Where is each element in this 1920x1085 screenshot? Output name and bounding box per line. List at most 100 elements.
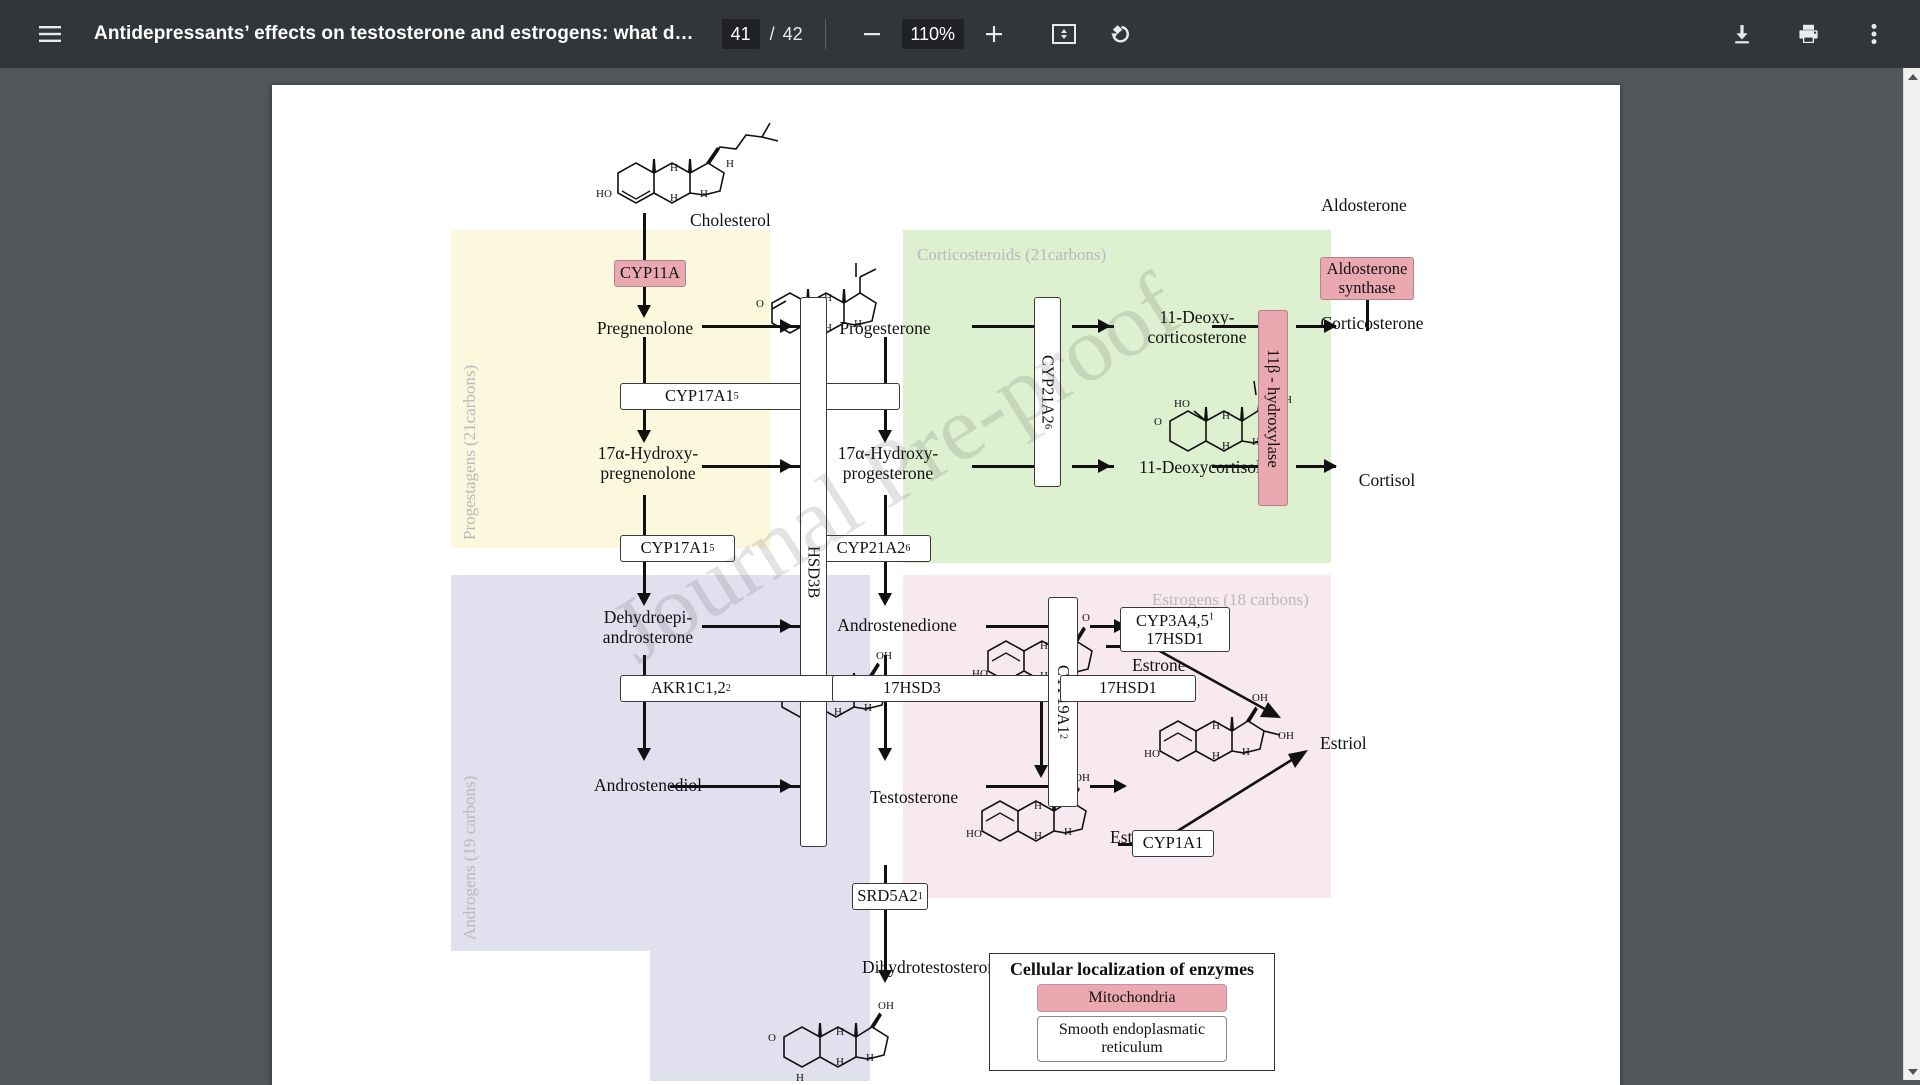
svg-text:H: H xyxy=(1040,640,1048,652)
svg-text:O: O xyxy=(1082,612,1090,624)
arrowhead-right xyxy=(780,459,793,473)
enzyme-cyp19a1-sup: 2 xyxy=(1057,733,1069,739)
chevron-down-icon xyxy=(1907,1068,1918,1075)
connector-cyp1a1 xyxy=(1118,843,1132,846)
enzyme-cyp21a2-box-label: CYP21A2 xyxy=(836,538,906,558)
svg-text:H: H xyxy=(836,1026,844,1038)
fit-to-page-button[interactable] xyxy=(1040,10,1088,58)
enzyme-srd5a2: SRD5A2 1 xyxy=(852,883,928,910)
page-number-input[interactable]: 41 xyxy=(721,19,760,49)
enzyme-17hsd3-label: 17HSD3 xyxy=(883,678,941,698)
vertical-scrollbar[interactable] xyxy=(1903,68,1920,1080)
svg-text:H: H xyxy=(836,1056,844,1068)
chevron-up-icon xyxy=(1907,73,1918,80)
fit-to-page-icon xyxy=(1051,24,1076,44)
zoom-in-button[interactable] xyxy=(970,10,1018,58)
enzyme-cyp17a1-upper-label: CYP17A1 xyxy=(665,386,734,406)
more-options-button[interactable] xyxy=(1850,10,1898,58)
svg-text:H: H xyxy=(1034,800,1042,812)
enzyme-akr1c12-label: AKR1C1,2 xyxy=(651,678,726,698)
enzyme-11beta-hydroxylase: 11β - hydroxylase xyxy=(1258,310,1288,506)
label-17a-hydroxy-pregnenolone: 17α-Hydroxy- pregnenolone xyxy=(597,443,699,484)
svg-text:H: H xyxy=(1222,410,1230,422)
panel-title-progestagens: Progestagens (21carbons) xyxy=(460,364,479,540)
enzyme-17hsd1: 17HSD1 xyxy=(1060,675,1196,702)
toolbar-right-actions xyxy=(1700,10,1898,58)
molecule-estradiol: HO H H H OH xyxy=(966,772,1090,842)
legend-cellular-localization: Cellular localization of enzymes Mitocho… xyxy=(989,953,1275,1071)
enzyme-cyp11a-label: CYP11A xyxy=(620,263,680,283)
page-navigation: 41 / 42 xyxy=(721,19,803,49)
arrow-estradiol-estriol xyxy=(1175,750,1308,834)
arrowhead-right xyxy=(780,779,793,793)
legend-chip-smooth-er: Smooth endoplasmatic reticulum xyxy=(1037,1016,1227,1063)
zoom-level-value[interactable]: 110% xyxy=(901,19,964,49)
svg-text:HO: HO xyxy=(596,188,612,200)
arrowhead-down xyxy=(637,430,651,443)
pdf-toolbar: Antidepressants’ effects on testosterone… xyxy=(0,0,1920,68)
svg-text:H: H xyxy=(1064,826,1072,838)
enzyme-cyp3a45-sup: 1 xyxy=(1208,611,1214,623)
rotate-button[interactable] xyxy=(1096,10,1144,58)
enzyme-cyp17a1-lower: CYP17A1 5 xyxy=(620,535,735,562)
enzyme-hsd3b-label: HSD3B xyxy=(804,545,824,599)
connector-cyp3a45 xyxy=(1106,645,1120,648)
enzyme-cyp3a45-row: CYP3A4,51 xyxy=(1136,612,1214,629)
pdf-page-canvas: Progestagens (21carbons) Corticosteroids… xyxy=(272,85,1620,1085)
hamburger-menu-glyph xyxy=(39,26,61,42)
document-title: Antidepressants’ effects on testosterone… xyxy=(94,23,694,44)
print-button[interactable] xyxy=(1784,10,1832,58)
legend-chip-mitochondria: Mitochondria xyxy=(1037,984,1227,1013)
plus-icon xyxy=(985,26,1002,43)
enzyme-hsd3b: HSD3B xyxy=(800,297,827,847)
enzyme-cyp17a1-upper-sup: 5 xyxy=(733,390,739,402)
enzyme-cyp1a1: CYP1A1 xyxy=(1132,830,1214,857)
zoom-out-button[interactable] xyxy=(848,10,896,58)
svg-text:O: O xyxy=(1154,416,1162,428)
arrow-deoxycortisol-to-hydroxylase xyxy=(1212,465,1260,468)
arrow-testosterone-to-cyp19a1 xyxy=(986,785,1048,788)
svg-text:H: H xyxy=(670,192,678,204)
zoom-controls: 110% xyxy=(848,10,1018,58)
svg-text:H: H xyxy=(1222,440,1230,452)
arrow-deoxycorticosterone-to-hydroxylase xyxy=(1212,325,1260,328)
scrollbar-up-arrow[interactable] xyxy=(1904,68,1920,85)
enzyme-17hsd1-label: 17HSD1 xyxy=(1099,678,1157,698)
label-corticosterone: Corticosterone xyxy=(1320,313,1424,333)
enzyme-akr1c12-sup: 2 xyxy=(725,682,731,694)
arrow-androstenedione-testosterone xyxy=(884,655,887,755)
pdf-viewer-area[interactable]: Progestagens (21carbons) Corticosteroids… xyxy=(0,68,1920,1085)
arrow-progesterone-to-cyp21a2 xyxy=(972,325,1034,328)
svg-text:H: H xyxy=(834,706,842,718)
svg-text:H: H xyxy=(670,162,678,174)
download-button[interactable] xyxy=(1718,10,1766,58)
enzyme-cyp11a: CYP11A xyxy=(614,260,686,287)
svg-text:O: O xyxy=(756,298,764,310)
enzyme-11beta-hydroxylase-label: 11β - hydroxylase xyxy=(1264,348,1284,468)
arrowhead-right xyxy=(1098,319,1111,333)
enzyme-aldosterone-synthase: Aldosterone synthase xyxy=(1320,257,1414,300)
scrollbar-down-arrow[interactable] xyxy=(1904,1063,1920,1080)
svg-text:H: H xyxy=(854,318,862,330)
hamburger-menu-icon[interactable] xyxy=(26,10,74,58)
enzyme-cyp17a1-lower-sup: 5 xyxy=(709,542,715,554)
svg-text:HO: HO xyxy=(1174,398,1190,410)
enzyme-cyp21a2-box-sup: 6 xyxy=(905,542,911,554)
label-17a-hydroxy-progesterone: 17α-Hydroxy- progesterone xyxy=(837,443,939,484)
svg-text:HO: HO xyxy=(966,828,982,840)
enzyme-cyp1a1-label: CYP1A1 xyxy=(1142,833,1204,853)
enzyme-cyp3a45-17hsd1: CYP3A4,51 17HSD1 xyxy=(1120,607,1230,652)
svg-text:O: O xyxy=(768,1032,776,1044)
arrow-corticosterone-to-synthase xyxy=(1366,307,1369,331)
arrowhead-down xyxy=(878,593,892,606)
enzyme-cyp17a1-upper: CYP17A1 5 xyxy=(620,383,900,410)
download-icon xyxy=(1735,25,1749,44)
enzyme-srd5a2-sup: 1 xyxy=(917,890,923,902)
svg-text:H: H xyxy=(864,702,872,714)
enzyme-srd5a2-label: SRD5A2 xyxy=(857,886,918,906)
panel-title-corticosteroids: Corticosteroids (21carbons) xyxy=(917,245,1107,264)
svg-text:H: H xyxy=(866,1052,874,1064)
molecule-dihydrotestosterone: O H H H H OH xyxy=(768,1000,894,1084)
arrowhead-right xyxy=(1098,459,1111,473)
steroidogenesis-figure: Progestagens (21carbons) Corticosteroids… xyxy=(272,85,1620,1085)
